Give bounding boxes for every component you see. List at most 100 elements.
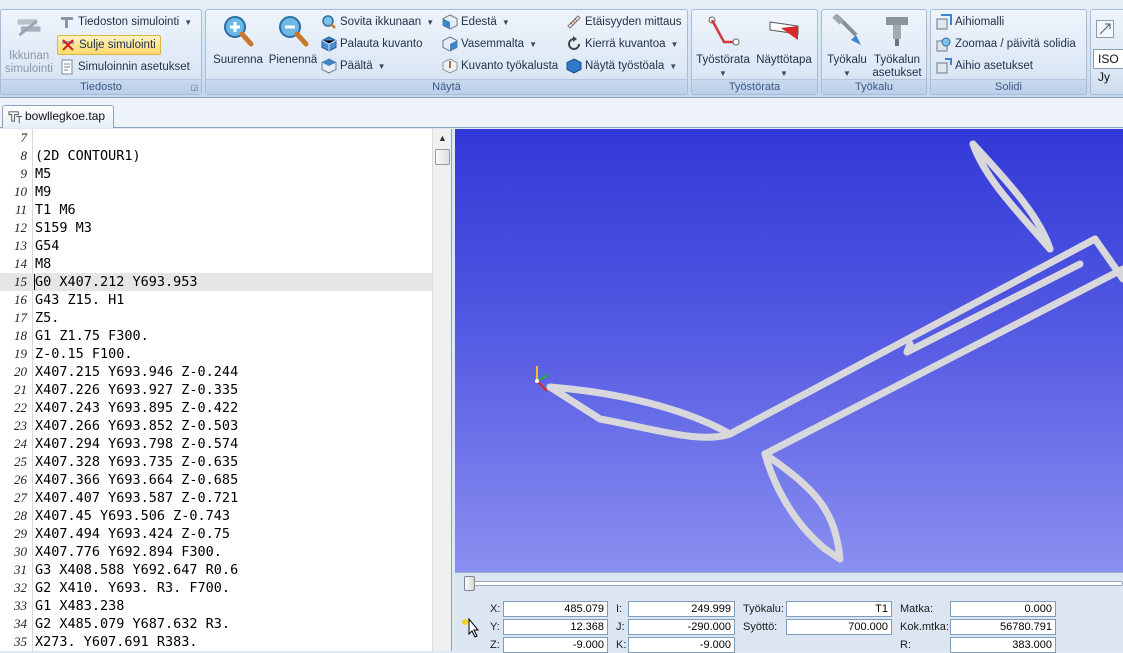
code-line[interactable]: 31 G3 X408.588 Y692.647 R0.6 [0, 561, 432, 579]
resize-view-button[interactable] [1096, 20, 1114, 38]
code-line[interactable]: 19 Z-0.15 F100. [0, 345, 432, 363]
code-line[interactable]: 27 X407.407 Y693.587 Z-0.721 [0, 489, 432, 507]
code-line[interactable]: 16 G43 Z15. H1 [0, 291, 432, 309]
stock-settings-button[interactable]: Aihio asetukset [936, 56, 1033, 76]
line-number: 18 [14, 328, 27, 343]
editor-scrollbar[interactable]: ▲ [432, 129, 451, 651]
code-line[interactable]: 17 Z5. [0, 309, 432, 327]
chevron-down-icon: ▼ [377, 61, 386, 71]
close-window-sim-button[interactable]: Ikkunan simulointi [2, 14, 56, 76]
code-line[interactable]: 29 X407.494 Y693.424 Z-0.75 [0, 525, 432, 543]
i-label: I: [616, 603, 623, 615]
code-line[interactable]: 15 G0 X407.212 Y693.953 [0, 273, 432, 291]
code-line[interactable]: 8 (2D CONTOUR1) [0, 147, 432, 165]
line-number: 25 [14, 454, 27, 469]
line-number: 23 [14, 418, 27, 433]
scroll-up-icon[interactable]: ▲ [438, 133, 447, 143]
gcode-editor[interactable]: 7 8 (2D CONTOUR1) 9 M5 10 M9 11 T1 M6 12 S159 M3 13… [0, 129, 452, 651]
code-line[interactable]: 24 X407.294 Y693.798 Z-0.574 [0, 435, 432, 453]
zoom-update-solid-button[interactable]: Zoomaa / päivitä solidia [936, 34, 1076, 54]
tool-view-button[interactable]: Kuvanto työkalusta [442, 56, 558, 76]
total-distance-label: Kok.mtka: [900, 621, 949, 633]
distance-measure-button[interactable]: Etäisyyden mittaus [566, 12, 682, 32]
code-line[interactable]: 18 G1 Z1.75 F300. [0, 327, 432, 345]
code-line[interactable]: 10 M9 [0, 183, 432, 201]
code-line[interactable]: 26 X407.366 Y693.664 Z-0.685 [0, 471, 432, 489]
code-text: Z-0.15 F100. [35, 346, 133, 362]
display-mode-button[interactable]: Näyttötapa ▼ [752, 14, 816, 80]
line-number: 22 [14, 400, 27, 415]
show-work-area-button[interactable]: Näytä työstöala ▼ [566, 56, 677, 76]
chevron-down-icon: ▼ [426, 17, 435, 27]
line-number: 29 [14, 526, 27, 541]
code-line[interactable]: 28 X407.45 Y693.506 Z-0.743 [0, 507, 432, 525]
tool-settings-button[interactable]: Työkalun asetukset [868, 14, 926, 80]
dialog-launcher-icon[interactable]: ◲ [190, 83, 198, 92]
simulation-slider-thumb[interactable] [464, 576, 475, 591]
toolpath-button[interactable]: Työstörata ▼ [694, 14, 752, 80]
line-number: 11 [14, 202, 27, 217]
tool-view-label: Kuvanto työkalusta [461, 60, 559, 72]
simulation-settings-button[interactable]: Simuloinnin asetukset [59, 57, 190, 77]
left-view-button[interactable]: Vasemmalta ▼ [442, 34, 537, 54]
display-mode-icon [769, 21, 799, 40]
stock-settings-label: Aihio asetukset [955, 60, 1033, 72]
simulation-window-icon [17, 19, 41, 37]
zoom-out-button[interactable]: Pienennä [266, 14, 320, 67]
line-number: 15 [14, 274, 27, 289]
simulation-slider-track[interactable] [465, 581, 1123, 586]
code-line[interactable]: 14 M8 [0, 255, 432, 273]
code-line[interactable]: 35 X273. Y607.691 R383. [0, 633, 432, 651]
show-work-area-label: Näytä työstöala [585, 60, 665, 72]
file-sim-icon [61, 17, 73, 28]
stock-model-button[interactable]: Aihiomalli [936, 12, 1004, 32]
rotate-view-button[interactable]: Kierrä kuvantoa ▼ [566, 34, 678, 54]
iso-select[interactable]: ISO Jy [1093, 49, 1123, 84]
ribbon: Ikkunan simulointi Tiedoston simulointi ▼… [0, 0, 1123, 98]
code-text: X407.776 Y692.894 F300. [35, 544, 222, 560]
cube-solid-icon [566, 58, 582, 74]
document-tab[interactable]: bowllegkoe.tap [2, 105, 115, 128]
code-line[interactable]: 20 X407.215 Y693.946 Z-0.244 [0, 363, 432, 381]
toolpath-label: Työstörata [696, 54, 750, 66]
code-line[interactable]: 9 M5 [0, 165, 432, 183]
code-text: G2 X485.079 Y687.632 R3. [35, 616, 231, 632]
code-line[interactable]: 21 X407.226 Y693.927 Z-0.335 [0, 381, 432, 399]
code-line[interactable]: 23 X407.266 Y693.852 Z-0.503 [0, 417, 432, 435]
close-simulation-button[interactable]: Sulje simulointi [57, 35, 161, 55]
simulation-3d-view[interactable] [455, 129, 1123, 572]
tool-settings-label: Työkalun asetukset [872, 54, 922, 79]
y-label: Y: [490, 621, 500, 633]
restore-view-button[interactable]: Palauta kuvanto [321, 34, 422, 54]
tool-settings-icon [886, 17, 908, 46]
code-line[interactable]: 13 G54 [0, 237, 432, 255]
code-text: X407.226 Y693.927 Z-0.335 [35, 382, 239, 398]
code-text: S159 M3 [35, 220, 92, 236]
code-line[interactable]: 33 G1 X483.238 [0, 597, 432, 615]
tool-label: Työkalu: [743, 603, 784, 615]
line-number: 27 [14, 490, 27, 505]
code-text: X407.243 Y693.895 Z-0.422 [35, 400, 239, 416]
fit-window-button[interactable]: Sovita ikkunaan ▼ [321, 12, 434, 32]
tool-button[interactable]: Työkalu ▼ [824, 13, 870, 80]
cube-left-icon [442, 36, 458, 52]
scrollbar-thumb[interactable] [435, 149, 450, 165]
toolpath-line [761, 450, 844, 563]
document-tabstrip: bowllegkoe.tap [0, 98, 1123, 128]
code-line[interactable]: 30 X407.776 Y692.894 F300. [0, 543, 432, 561]
code-line[interactable]: 32 G2 X410. Y693. R3. F700. [0, 579, 432, 597]
code-line[interactable]: 7 [0, 129, 432, 147]
close-sim-label: Sulje simulointi [79, 39, 156, 51]
top-view-button[interactable]: Päältä ▼ [321, 56, 386, 76]
front-view-button[interactable]: Edestä ▼ [442, 12, 510, 32]
zoom-in-button[interactable]: Suurenna [211, 14, 265, 67]
code-line[interactable]: 12 S159 M3 [0, 219, 432, 237]
code-line[interactable]: 34 G2 X485.079 Y687.632 R3. [0, 615, 432, 633]
code-line[interactable]: 22 X407.243 Y693.895 Z-0.422 [0, 399, 432, 417]
code-line[interactable]: 25 X407.328 Y693.735 Z-0.635 [0, 453, 432, 471]
toolpath-line [726, 235, 1099, 438]
y-field: 12.368 [503, 619, 608, 635]
rotate-icon [568, 36, 580, 50]
code-line[interactable]: 11 T1 M6 [0, 201, 432, 219]
file-simulation-button[interactable]: Tiedoston simulointi ▼ [59, 12, 192, 32]
